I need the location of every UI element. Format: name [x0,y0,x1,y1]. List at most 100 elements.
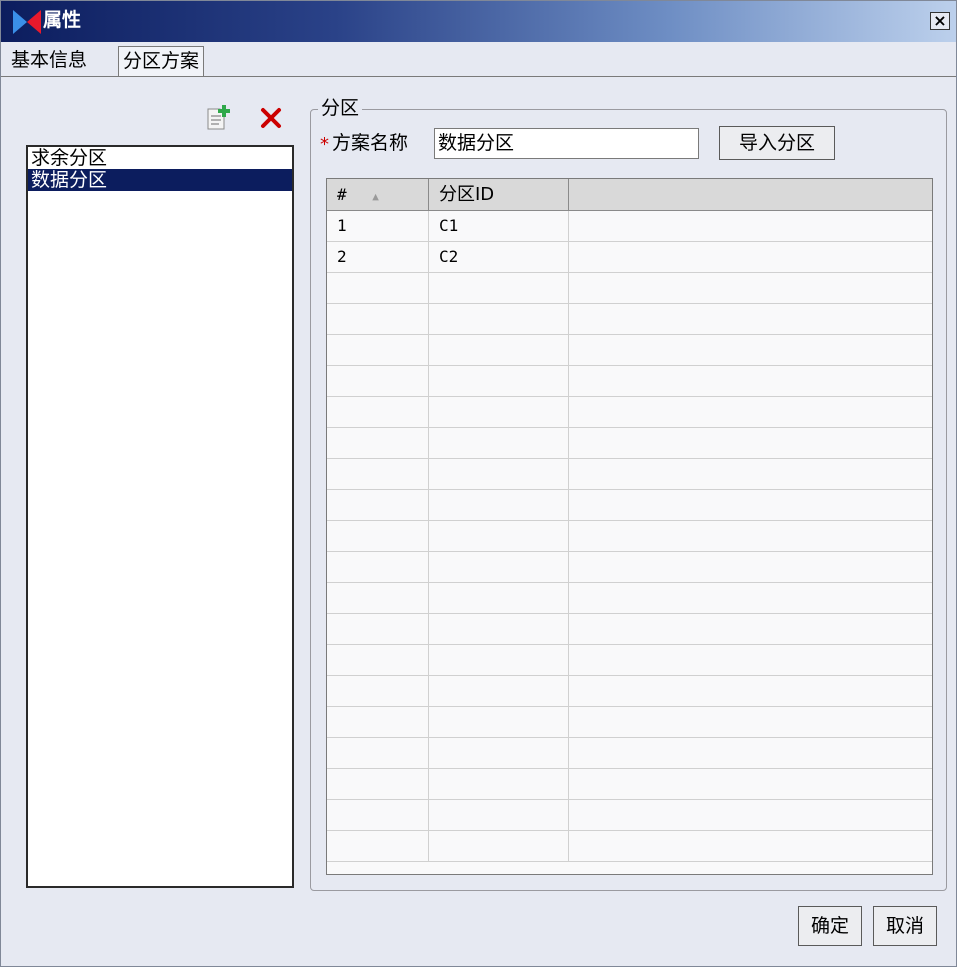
partition-id-cell[interactable] [429,769,569,799]
row-number-cell[interactable] [327,273,429,303]
tab-partition-scheme[interactable]: 分区方案 [118,46,205,76]
extra-cell[interactable] [569,676,932,706]
partition-id-cell[interactable] [429,738,569,768]
partition-id-cell[interactable] [429,800,569,830]
table-row[interactable]: 2 C2 [327,242,932,273]
partition-grid[interactable]: # ▲ 分区ID 1 C1 2 C2 [326,178,933,875]
row-number-cell[interactable]: 2 [327,242,429,272]
row-number-cell[interactable] [327,831,429,861]
extra-cell[interactable] [569,800,932,830]
partition-id-cell[interactable] [429,583,569,613]
extra-cell[interactable] [569,366,932,396]
empty-table-row[interactable] [327,428,932,459]
empty-table-row[interactable] [327,490,932,521]
empty-table-row[interactable] [327,800,932,831]
empty-table-row[interactable] [327,459,932,490]
row-number-cell[interactable] [327,738,429,768]
row-number-cell[interactable] [327,366,429,396]
empty-table-row[interactable] [327,273,932,304]
partition-id-cell[interactable] [429,676,569,706]
empty-table-row[interactable] [327,583,932,614]
partition-id-cell[interactable] [429,552,569,582]
scheme-list[interactable]: 求余分区 数据分区 [26,145,294,888]
extra-cell[interactable] [569,769,932,799]
extra-cell[interactable] [569,397,932,427]
extra-cell[interactable] [569,583,932,613]
column-header-number[interactable]: # ▲ [327,179,429,210]
partition-id-cell[interactable] [429,521,569,551]
row-number-cell[interactable] [327,583,429,613]
list-item-data-partition[interactable]: 数据分区 [28,169,292,191]
extra-cell[interactable] [569,738,932,768]
empty-table-row[interactable] [327,335,932,366]
scheme-name-input[interactable]: 数据分区 [434,128,699,159]
row-number-cell[interactable] [327,676,429,706]
empty-table-row[interactable] [327,521,932,552]
empty-table-row[interactable] [327,614,932,645]
empty-table-row[interactable] [327,831,932,862]
partition-id-cell[interactable]: C2 [429,242,569,272]
extra-cell[interactable] [569,459,932,489]
extra-cell[interactable] [569,645,932,675]
row-number-cell[interactable] [327,552,429,582]
row-number-cell[interactable] [327,645,429,675]
import-partition-button[interactable]: 导入分区 [719,126,835,160]
empty-table-row[interactable] [327,366,932,397]
partition-id-cell[interactable]: C1 [429,211,569,241]
add-document-icon[interactable] [205,105,231,131]
empty-table-row[interactable] [327,769,932,800]
table-row[interactable]: 1 C1 [327,211,932,242]
partition-id-cell[interactable] [429,428,569,458]
empty-table-row[interactable] [327,645,932,676]
partition-id-cell[interactable] [429,304,569,334]
column-header-partition-id[interactable]: 分区ID [429,179,569,210]
row-number-cell[interactable] [327,490,429,520]
row-number-cell[interactable] [327,304,429,334]
extra-cell[interactable] [569,335,932,365]
extra-cell[interactable] [569,831,932,861]
ok-button[interactable]: 确定 [798,906,862,946]
extra-cell[interactable] [569,273,932,303]
title-bar[interactable]: 属性 × [1,1,956,42]
partition-id-cell[interactable] [429,707,569,737]
partition-id-cell[interactable] [429,831,569,861]
empty-table-row[interactable] [327,676,932,707]
row-number-cell[interactable] [327,428,429,458]
extra-cell[interactable] [569,304,932,334]
partition-id-cell[interactable] [429,366,569,396]
extra-cell[interactable] [569,521,932,551]
empty-table-row[interactable] [327,707,932,738]
extra-cell[interactable] [569,490,932,520]
delete-x-icon[interactable] [258,105,284,131]
empty-table-row[interactable] [327,304,932,335]
empty-table-row[interactable] [327,397,932,428]
partition-id-cell[interactable] [429,645,569,675]
list-item-remainder[interactable]: 求余分区 [28,147,292,169]
row-number-cell[interactable] [327,769,429,799]
partition-id-cell[interactable] [429,614,569,644]
extra-cell[interactable] [569,552,932,582]
extra-cell[interactable] [569,242,932,272]
row-number-cell[interactable] [327,614,429,644]
row-number-cell[interactable] [327,521,429,551]
row-number-cell[interactable] [327,707,429,737]
partition-id-cell[interactable] [429,273,569,303]
row-number-cell[interactable] [327,335,429,365]
extra-cell[interactable] [569,211,932,241]
extra-cell[interactable] [569,707,932,737]
partition-id-cell[interactable] [429,335,569,365]
partition-id-cell[interactable] [429,490,569,520]
column-header-blank[interactable] [569,179,932,210]
partition-id-cell[interactable] [429,459,569,489]
tab-basic-info[interactable]: 基本信息 [7,46,91,76]
row-number-cell[interactable] [327,459,429,489]
close-button[interactable]: × [930,12,950,30]
partition-id-cell[interactable] [429,397,569,427]
extra-cell[interactable] [569,614,932,644]
cancel-button[interactable]: 取消 [873,906,937,946]
empty-table-row[interactable] [327,552,932,583]
row-number-cell[interactable] [327,397,429,427]
extra-cell[interactable] [569,428,932,458]
empty-table-row[interactable] [327,738,932,769]
row-number-cell[interactable]: 1 [327,211,429,241]
